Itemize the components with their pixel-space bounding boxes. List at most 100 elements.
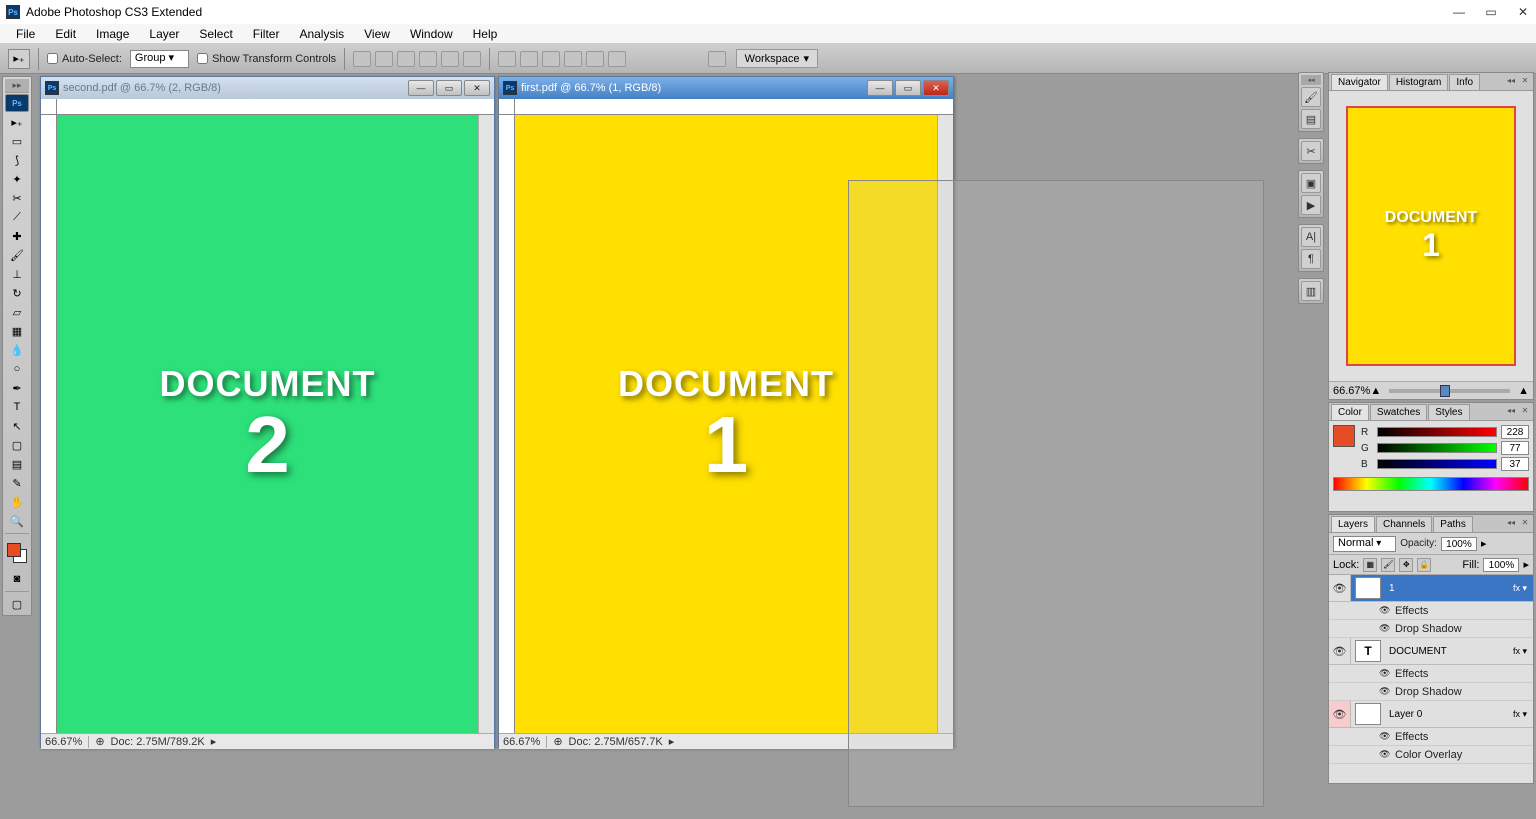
window-maximize-button[interactable]: ▭ (1484, 5, 1498, 19)
b-value[interactable]: 37 (1501, 457, 1529, 471)
layer-effects-row[interactable]: 👁Effects (1329, 665, 1533, 683)
dodge-tool-icon[interactable]: ○ (5, 360, 29, 378)
tab-histogram[interactable]: Histogram (1389, 74, 1449, 90)
distribute-bottom-icon[interactable] (542, 51, 560, 67)
canvas-first[interactable]: DOCUMENT 1 (515, 115, 937, 733)
nav-zoom-value[interactable]: 66.67% (1333, 385, 1370, 397)
layer-thumb-text-icon[interactable]: T (1355, 640, 1381, 662)
lock-pixels-icon[interactable]: 🖌 (1381, 558, 1395, 572)
move-tool-icon[interactable]: ▸₊ (5, 113, 29, 131)
align-top-icon[interactable] (353, 51, 371, 67)
distribute-top-icon[interactable] (498, 51, 516, 67)
notes-tool-icon[interactable]: ▤ (5, 455, 29, 473)
panel-close-icon[interactable]: ✕ (1519, 74, 1531, 86)
path-tool-icon[interactable]: ↖ (5, 417, 29, 435)
marquee-tool-icon[interactable]: ▭ (5, 132, 29, 150)
shape-tool-icon[interactable]: ▢ (5, 436, 29, 454)
opacity-flyout-icon[interactable]: ▸ (1481, 537, 1487, 550)
fill-flyout-icon[interactable]: ▸ (1523, 558, 1529, 571)
history-brush-tool-icon[interactable]: ↻ (5, 284, 29, 302)
tab-layers[interactable]: Layers (1331, 516, 1375, 532)
layer-name[interactable]: Layer 0 (1385, 709, 1513, 720)
distribute-right-icon[interactable] (608, 51, 626, 67)
eraser-tool-icon[interactable]: ▱ (5, 303, 29, 321)
menu-analysis[interactable]: Analysis (289, 25, 354, 43)
lock-all-icon[interactable]: 🔒 (1417, 558, 1431, 572)
dock-grip[interactable]: ◂◂ (1301, 75, 1321, 85)
ruler-horizontal[interactable] (515, 99, 953, 115)
hand-tool-icon[interactable]: ✋ (5, 493, 29, 511)
slice-tool-icon[interactable]: ⟋ (5, 208, 29, 226)
nav-zoom-slider[interactable] (1389, 389, 1510, 393)
zoom-value[interactable]: 66.67% (45, 736, 89, 748)
zoom-value[interactable]: 66.67% (503, 736, 547, 748)
ruler-vertical[interactable] (499, 115, 515, 733)
layer-row[interactable]: 👁 T DOCUMENT fx ▾ (1329, 638, 1533, 665)
align-left-icon[interactable] (419, 51, 437, 67)
zoom-in-icon[interactable]: ▲ (1518, 385, 1529, 397)
layer-effects-row[interactable]: 👁Effects (1329, 602, 1533, 620)
tab-navigator[interactable]: Navigator (1331, 74, 1388, 90)
tab-channels[interactable]: Channels (1376, 516, 1432, 532)
scroll-vertical[interactable] (937, 115, 953, 733)
menu-select[interactable]: Select (189, 25, 242, 43)
layer-effect-coloroverlay[interactable]: 👁Color Overlay (1329, 746, 1533, 764)
align-right-icon[interactable] (463, 51, 481, 67)
fill-value[interactable]: 100% (1483, 558, 1519, 572)
layer-fx-icon[interactable]: fx ▾ (1513, 646, 1533, 657)
dock-animation-icon[interactable]: ▥ (1301, 281, 1321, 301)
move-tool-indicator-icon[interactable]: ▸₊ (8, 49, 30, 69)
navigator-preview[interactable]: DOCUMENT 1 (1346, 106, 1516, 366)
menu-layer[interactable]: Layer (139, 25, 189, 43)
stamp-tool-icon[interactable]: ⊥ (5, 265, 29, 283)
ps-icon[interactable]: Ps (5, 94, 29, 112)
dock-clone-src-icon[interactable]: ▤ (1301, 109, 1321, 129)
tools-header[interactable]: ▸▸ (5, 79, 29, 93)
dock-paragraph-icon[interactable]: ¶ (1301, 249, 1321, 269)
panel-close-icon[interactable]: ✕ (1519, 516, 1531, 528)
layer-row[interactable]: 👁 T 1 fx ▾ (1329, 575, 1533, 602)
dock-brushes-icon[interactable]: 🖌 (1301, 87, 1321, 107)
layer-thumb[interactable] (1355, 703, 1381, 725)
eyedropper-tool-icon[interactable]: ✎ (5, 474, 29, 492)
ruler-horizontal[interactable] (57, 99, 494, 115)
layer-effect-dropshadow[interactable]: 👁Drop Shadow (1329, 683, 1533, 701)
color-spectrum[interactable] (1333, 477, 1529, 491)
heal-tool-icon[interactable]: ✚ (5, 227, 29, 245)
menu-image[interactable]: Image (86, 25, 139, 43)
document-window-second[interactable]: Ps second.pdf @ 66.7% (2, RGB/8) — ▭ ✕ D… (40, 76, 495, 748)
panel-collapse-icon[interactable]: ◂◂ (1505, 404, 1517, 416)
distribute-vcenter-icon[interactable] (520, 51, 538, 67)
r-value[interactable]: 228 (1501, 425, 1529, 439)
r-slider[interactable] (1377, 427, 1497, 437)
distribute-hcenter-icon[interactable] (586, 51, 604, 67)
align-hcenter-icon[interactable] (441, 51, 459, 67)
visibility-icon[interactable]: 👁 (1329, 701, 1351, 727)
auto-select-checkbox[interactable]: Auto-Select: (47, 53, 122, 65)
tab-paths[interactable]: Paths (1433, 516, 1473, 532)
panel-collapse-icon[interactable]: ◂◂ (1505, 516, 1517, 528)
g-slider[interactable] (1377, 443, 1497, 453)
menu-window[interactable]: Window (400, 25, 463, 43)
menu-filter[interactable]: Filter (243, 25, 290, 43)
tools-palette[interactable]: ▸▸ Ps ▸₊ ▭ ⟆ ✦ ✂ ⟋ ✚ 🖌 ⊥ ↻ ▱ ▦ 💧 ○ ✒ T ↖… (2, 76, 32, 616)
doc-minimize-btn[interactable]: — (867, 80, 893, 96)
auto-select-dropdown[interactable]: Group ▾ (130, 50, 189, 68)
panel-collapse-icon[interactable]: ◂◂ (1505, 74, 1517, 86)
zoom-tool-icon[interactable]: 🔍 (5, 512, 29, 530)
menu-edit[interactable]: Edit (45, 25, 86, 43)
tab-swatches[interactable]: Swatches (1370, 404, 1427, 420)
workspace-dropdown[interactable]: Workspace ▾ (736, 49, 818, 68)
tab-info[interactable]: Info (1449, 74, 1480, 90)
window-minimize-button[interactable]: — (1452, 5, 1466, 19)
blur-tool-icon[interactable]: 💧 (5, 341, 29, 359)
layer-thumb-text-icon[interactable]: T (1355, 577, 1381, 599)
document-window-first[interactable]: Ps first.pdf @ 66.7% (1, RGB/8) — ▭ ✕ DO… (498, 76, 954, 748)
menu-view[interactable]: View (354, 25, 400, 43)
screen-mode-icon[interactable]: ▢ (5, 595, 29, 613)
dock-layer-comps-icon[interactable]: ▣ (1301, 173, 1321, 193)
dock-tool-presets-icon[interactable]: ✂ (1301, 141, 1321, 161)
tab-styles[interactable]: Styles (1428, 404, 1469, 420)
crop-tool-icon[interactable]: ✂ (5, 189, 29, 207)
g-value[interactable]: 77 (1501, 441, 1529, 455)
